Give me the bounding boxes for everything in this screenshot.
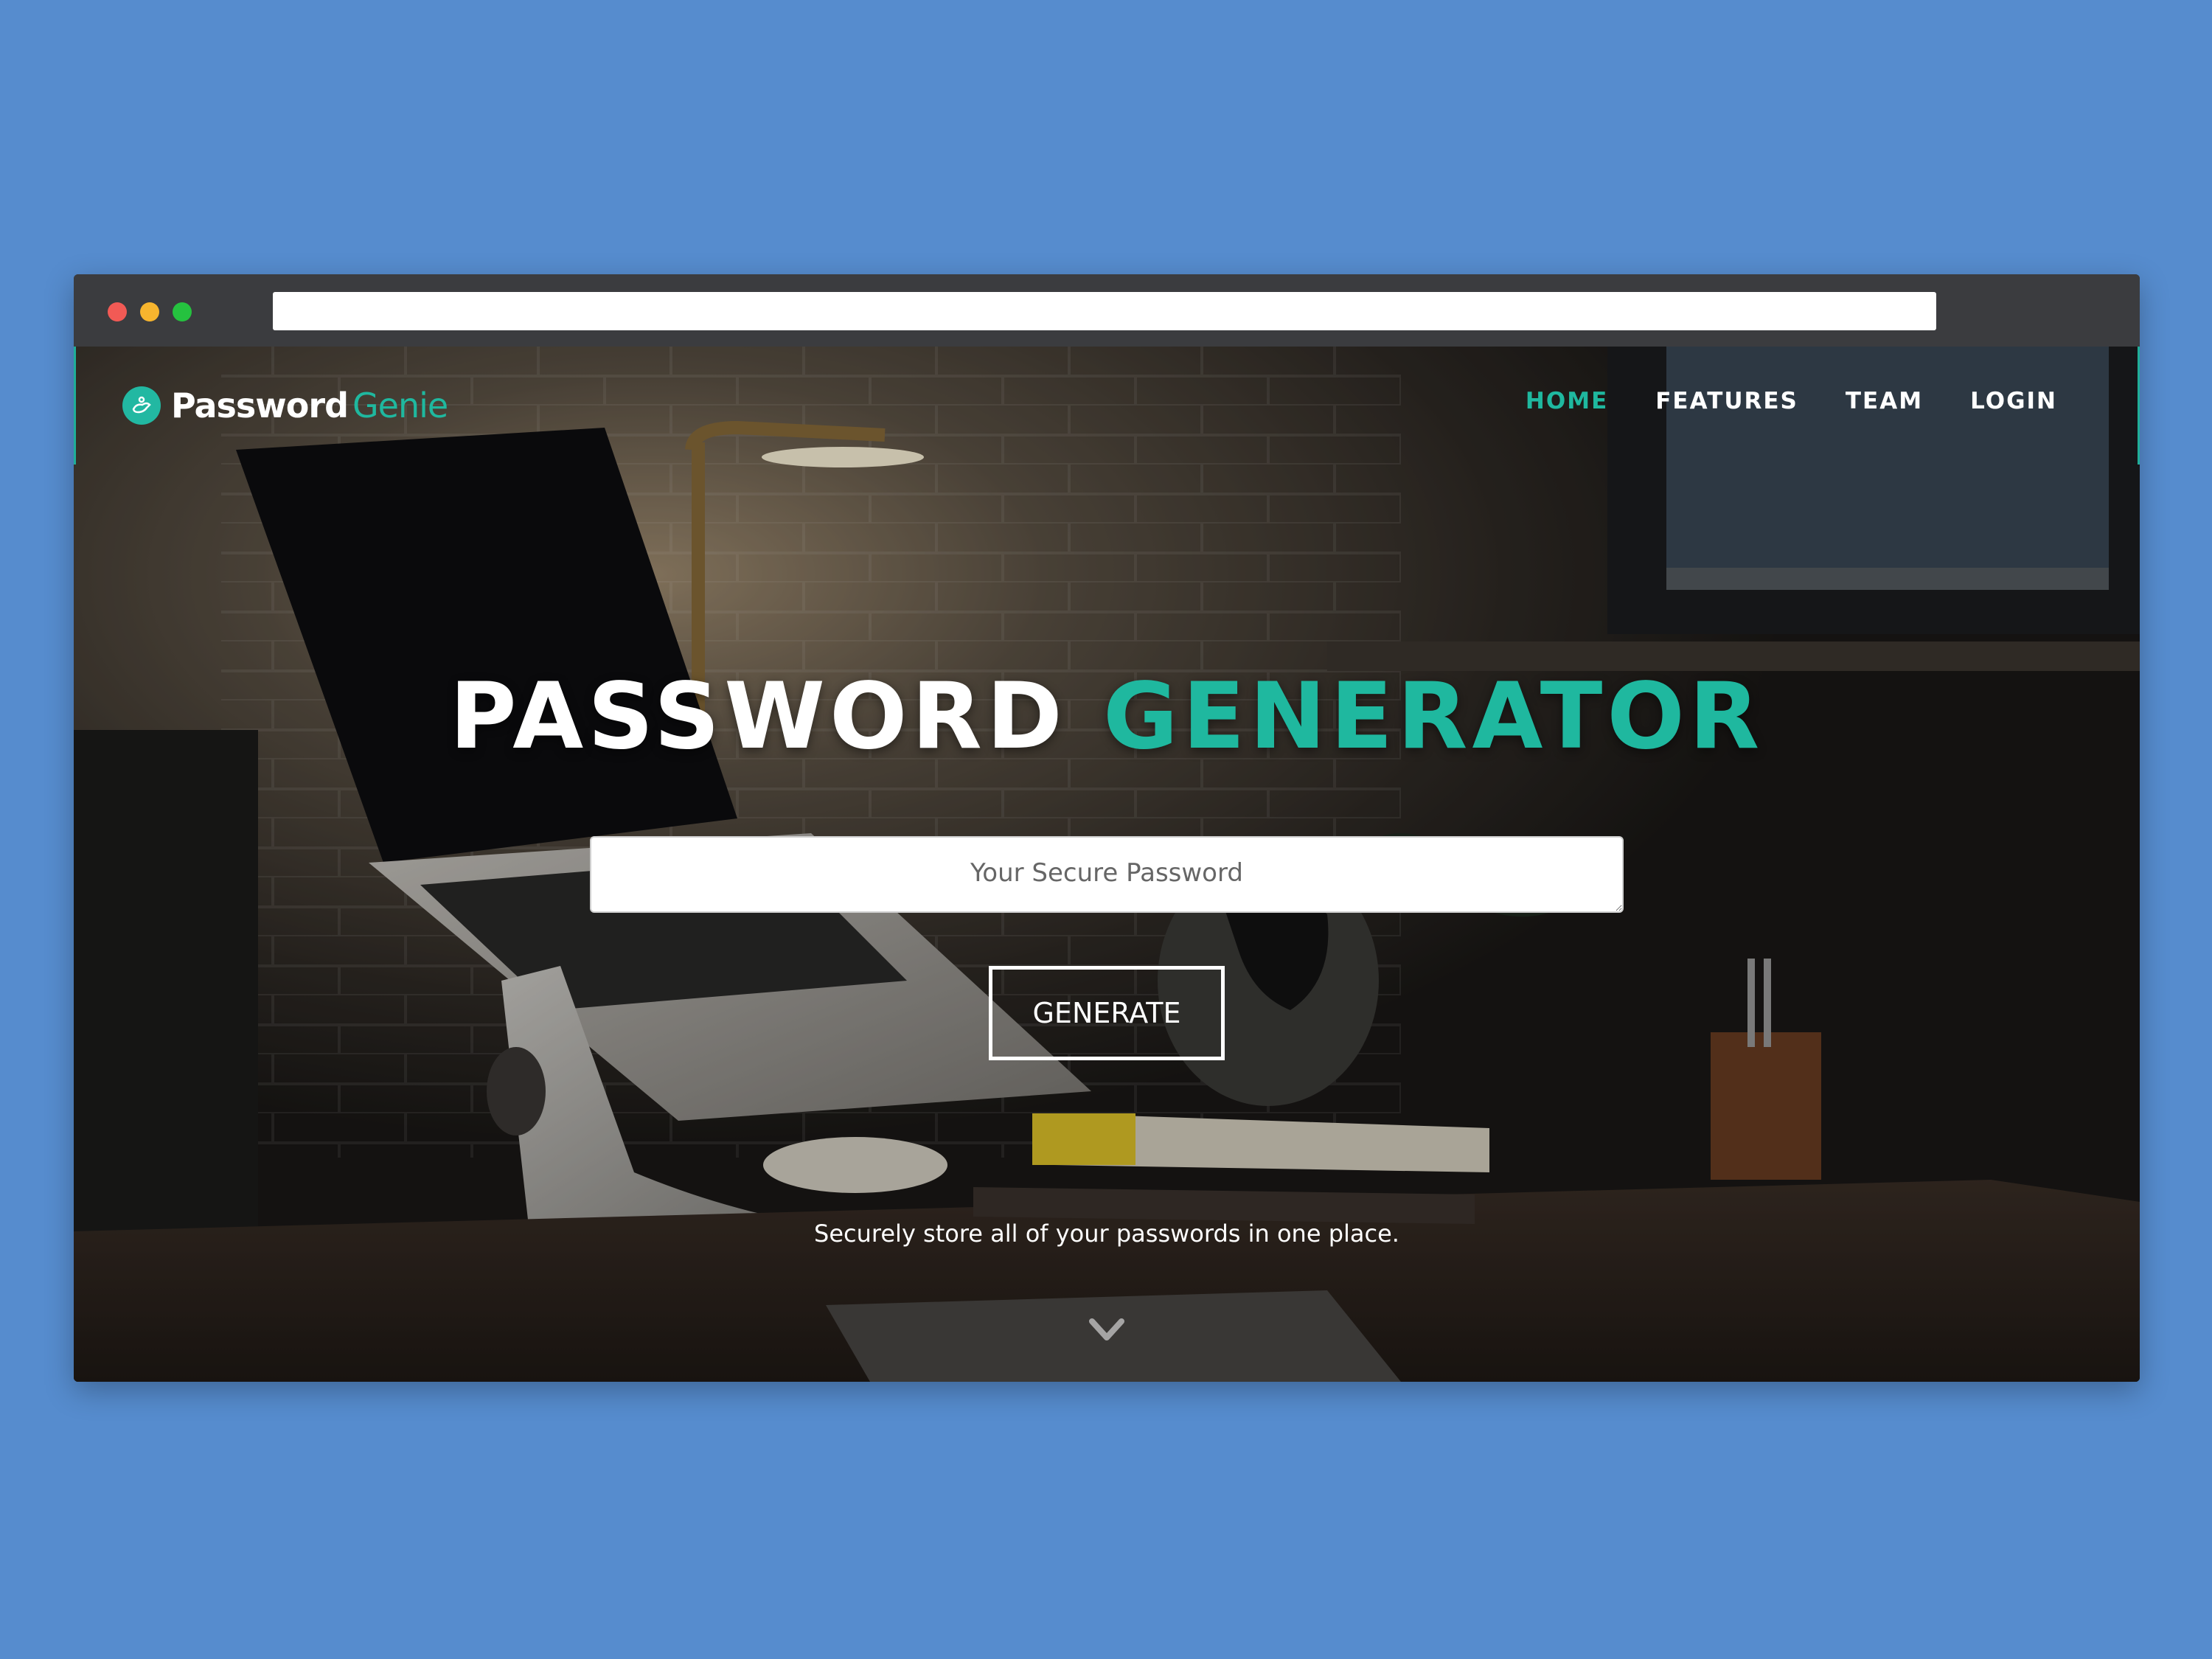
page-viewport: Password Genie HOME FEATURES TEAM LOGIN … (74, 347, 2140, 1382)
nav-home[interactable]: HOME (1526, 388, 1608, 414)
brand-name: Password (171, 386, 349, 425)
close-window-button[interactable] (108, 302, 127, 321)
minimize-window-button[interactable] (140, 302, 159, 321)
hero-title: PASSWORD GENERATOR (74, 664, 2140, 770)
password-output-field[interactable] (590, 836, 1624, 913)
address-bar[interactable] (273, 292, 1936, 330)
browser-toolbar (74, 274, 2140, 347)
hero-tagline: Securely store all of your passwords in … (814, 1220, 1399, 1248)
hero-title-accent: GENERATOR (1103, 664, 1764, 770)
brand-logo-link[interactable]: Password Genie (122, 382, 448, 429)
genie-lamp-icon (122, 386, 161, 425)
main-navigation: HOME FEATURES TEAM LOGIN (1526, 388, 2057, 414)
hero-title-primary: PASSWORD (449, 664, 1067, 770)
nav-team[interactable]: TEAM (1846, 388, 1923, 414)
nav-login[interactable]: LOGIN (1970, 388, 2057, 414)
nav-features[interactable]: FEATURES (1655, 388, 1798, 414)
maximize-window-button[interactable] (173, 302, 192, 321)
brand-name-accent: Genie (352, 386, 448, 425)
browser-window: Password Genie HOME FEATURES TEAM LOGIN … (74, 274, 2140, 1382)
teal-edge-accent (2138, 347, 2140, 465)
generate-button[interactable]: GENERATE (989, 966, 1225, 1060)
chevron-down-icon[interactable] (1088, 1317, 1125, 1343)
teal-edge-accent (74, 347, 76, 465)
